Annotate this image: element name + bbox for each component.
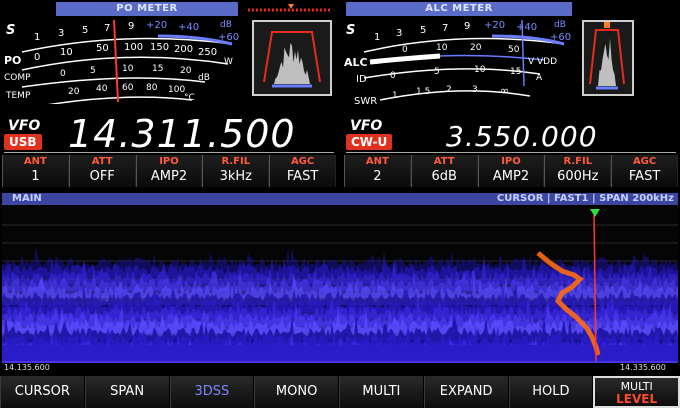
svg-text:0: 0 — [34, 52, 40, 63]
svg-text:20: 20 — [470, 43, 482, 53]
alc-audio-scope — [582, 20, 634, 96]
s-label: S — [6, 23, 15, 38]
span-key[interactable]: SPAN — [84, 376, 170, 408]
svg-text:5: 5 — [434, 67, 440, 77]
main-frequency[interactable]: 14.311.500 — [68, 112, 296, 156]
svg-text:50: 50 — [96, 43, 109, 54]
main-vfo-tag: VFO — [8, 118, 41, 134]
svg-text:dB: dB — [198, 73, 210, 83]
multi-key[interactable]: MULTI — [339, 376, 424, 408]
svg-text:0: 0 — [402, 45, 408, 55]
svg-text:10: 10 — [60, 47, 73, 58]
svg-text:9: 9 — [128, 21, 134, 32]
3dss-key[interactable]: 3DSS — [169, 376, 255, 408]
svg-text:2: 2 — [446, 85, 452, 95]
svg-text:200: 200 — [174, 44, 193, 55]
main-mode-badge[interactable]: USB — [4, 134, 42, 150]
svg-text:TEMP: TEMP — [5, 91, 31, 101]
svg-text:60: 60 — [122, 83, 134, 93]
svg-text:+60: +60 — [550, 32, 571, 43]
sub-settings-row: ANT 2 ATT 6dB IPO AMP2 R.FIL 600Hz AGC FAST — [344, 155, 678, 187]
svg-text:ALC: ALC — [344, 56, 368, 69]
sub-agc-setting[interactable]: AGC FAST — [611, 155, 678, 187]
scope-left-frequency: 14.135.600 — [4, 363, 50, 372]
main-att-setting[interactable]: ATT OFF — [68, 155, 136, 187]
svg-text:1: 1 — [34, 32, 40, 43]
main-agc-setting[interactable]: AGC FAST — [269, 155, 336, 187]
svg-text:+40: +40 — [178, 22, 199, 33]
svg-text:150: 150 — [150, 42, 169, 53]
svg-text:+20: +20 — [484, 20, 505, 31]
svg-text:15: 15 — [152, 64, 163, 74]
scope-status: CURSOR | FAST1 | SPAN 200kHz — [496, 193, 674, 204]
svg-text:7: 7 — [104, 23, 110, 34]
3dss-spectrum-display[interactable] — [2, 205, 678, 363]
svg-text:+20: +20 — [146, 20, 167, 31]
sub-rfil-setting[interactable]: R.FIL 600Hz — [544, 155, 612, 187]
svg-text:7: 7 — [442, 23, 448, 34]
svg-text:+40: +40 — [516, 22, 537, 33]
svg-text:S: S — [346, 23, 355, 38]
sub-vfo-tag: VFO — [350, 118, 383, 134]
svg-text:3: 3 — [472, 85, 478, 95]
mono-key[interactable]: MONO — [254, 376, 339, 408]
scope-title: MAIN — [12, 193, 42, 204]
svg-text:1: 1 — [392, 91, 398, 101]
svg-text:15: 15 — [510, 67, 521, 77]
svg-text:5: 5 — [420, 25, 426, 36]
po-audio-scope — [252, 20, 332, 96]
svg-text:A: A — [536, 73, 543, 83]
sub-frequency[interactable]: 3.550.000 — [446, 120, 598, 153]
svg-text:+60: +60 — [218, 32, 239, 43]
svg-text:°C: °C — [184, 93, 195, 103]
svg-text:5: 5 — [82, 25, 88, 36]
main-ipo-setting[interactable]: IPO AMP2 — [135, 155, 203, 187]
svg-text:dB: dB — [554, 20, 566, 30]
sub-mode-badge[interactable]: CW-U — [346, 134, 393, 150]
svg-text:ID: ID — [356, 74, 367, 85]
hold-key[interactable]: HOLD — [508, 376, 594, 408]
svg-text:1: 1 — [374, 32, 380, 43]
svg-text:10: 10 — [436, 43, 448, 53]
svg-text:40: 40 — [96, 84, 108, 94]
svg-text:50: 50 — [508, 45, 520, 55]
multi-level-key[interactable]: MULTI LEVEL — [593, 376, 680, 408]
alc-meter-dial: S 1 3 5 7 9 +20 +40 dB +60 ALC 0 10 20 5… — [344, 19, 571, 104]
svg-text:3: 3 — [58, 28, 64, 39]
cursor-key[interactable]: CURSOR — [0, 376, 85, 408]
svg-text:COMP: COMP — [4, 73, 31, 83]
sub-att-setting[interactable]: ATT 6dB — [410, 155, 478, 187]
svg-text:80: 80 — [146, 83, 158, 93]
svg-text:1.5: 1.5 — [416, 87, 430, 97]
svg-text:3: 3 — [396, 28, 402, 39]
svg-text:V VDD: V VDD — [528, 57, 557, 67]
svg-text:SWR: SWR — [354, 96, 377, 104]
po-level-bar — [248, 4, 332, 12]
main-rfil-setting[interactable]: R.FIL 3kHz — [202, 155, 270, 187]
svg-text:10: 10 — [474, 65, 486, 75]
soft-key-bar: CURSOR SPAN 3DSS MONO MULTI EXPAND HOLD … — [0, 376, 680, 408]
scope-right-frequency: 14.335.600 — [620, 363, 666, 372]
svg-text:9: 9 — [464, 21, 470, 32]
po-meter-dial: S 1 3 5 7 9 +20 +40 dB +60 PO 0 10 50 10… — [4, 19, 239, 104]
svg-text:PO: PO — [4, 54, 21, 67]
svg-text:0: 0 — [60, 69, 66, 79]
scope-header: MAIN CURSOR | FAST1 | SPAN 200kHz — [2, 193, 678, 205]
sub-ipo-setting[interactable]: IPO AMP2 — [477, 155, 545, 187]
svg-text:W: W — [224, 57, 233, 67]
sub-ant-setting[interactable]: ANT 2 — [344, 155, 411, 187]
main-ant-setting[interactable]: ANT 1 — [2, 155, 69, 187]
svg-text:∞: ∞ — [500, 84, 509, 97]
svg-text:100: 100 — [168, 85, 185, 95]
svg-text:100: 100 — [124, 42, 143, 53]
main-settings-row: ANT 1 ATT OFF IPO AMP2 R.FIL 3kHz AGC FAST — [2, 155, 336, 187]
svg-text:20: 20 — [68, 87, 80, 97]
expand-key[interactable]: EXPAND — [423, 376, 509, 408]
svg-text:5: 5 — [90, 66, 96, 76]
svg-text:dB: dB — [220, 20, 232, 30]
svg-text:20: 20 — [180, 66, 192, 76]
svg-text:250: 250 — [198, 47, 217, 58]
svg-text:0: 0 — [390, 71, 396, 81]
svg-text:10: 10 — [122, 64, 134, 74]
